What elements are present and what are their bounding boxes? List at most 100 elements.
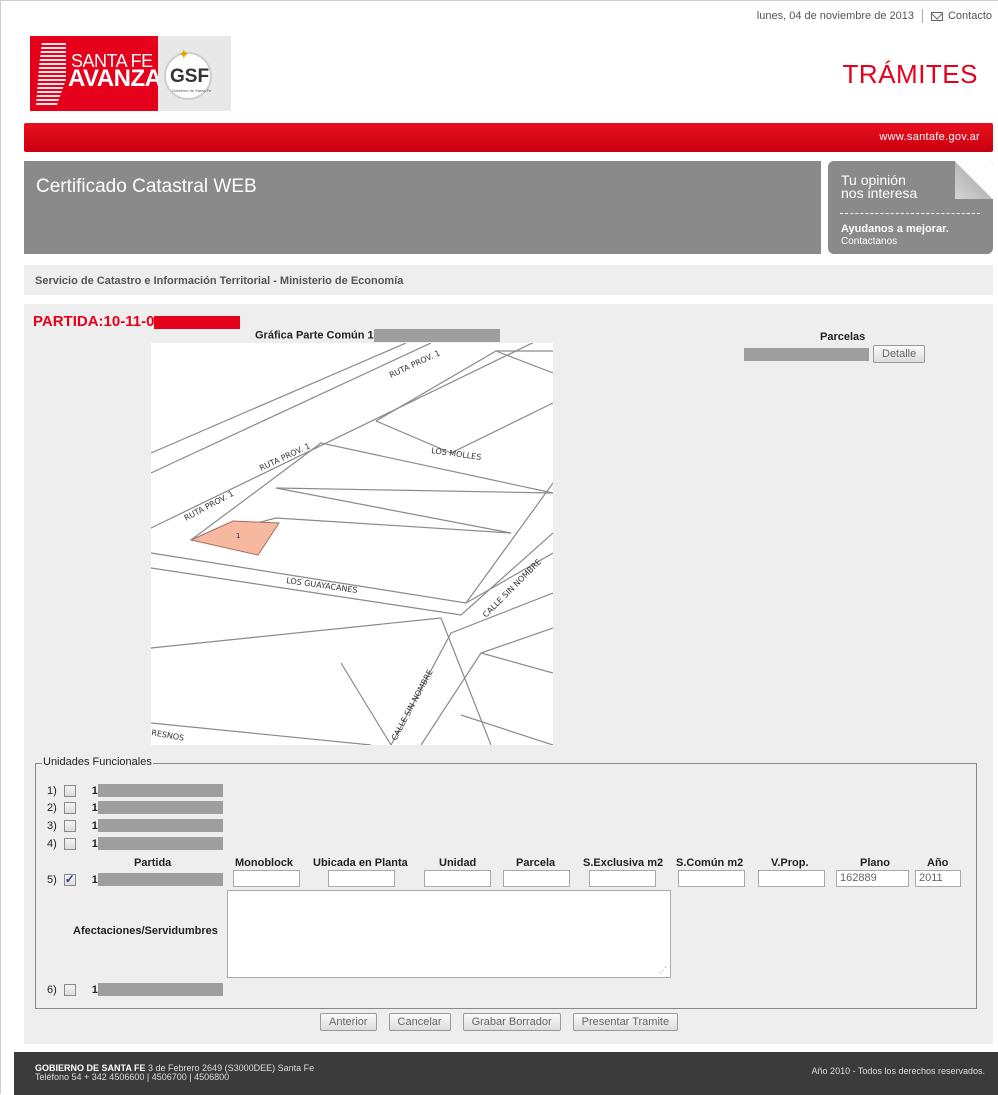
row-index: 3) (47, 819, 57, 832)
unit-checkbox[interactable] (63, 819, 76, 832)
col-parcela: Parcela (516, 857, 556, 869)
street-label: RUTA PROV. 1 (258, 441, 312, 472)
feedback-line2: nos interesa (841, 185, 918, 201)
vprop-input[interactable] (758, 870, 825, 887)
col-vprop: V.Prop. (771, 857, 809, 869)
previous-button[interactable]: Anterior (320, 1013, 377, 1031)
unit-row: 2) 1 (47, 801, 223, 814)
unit-row-selected: 5) 1 (47, 872, 223, 886)
unit-checkbox[interactable] (63, 801, 76, 814)
action-buttons: Anterior Cancelar Grabar Borrador Presen… (320, 1013, 679, 1031)
feedback-box[interactable]: Tu opinión nos interesa Ayudanos a mejor… (828, 161, 993, 254)
redacted-block (373, 329, 500, 342)
service-subtitle: Servicio de Catastro e Información Terri… (35, 275, 404, 287)
street-label: LOS MOLLES (431, 446, 482, 462)
redacted-partida (97, 784, 223, 797)
parcelas-label: Parcelas (820, 331, 866, 343)
gsf-logo[interactable]: ✦ GSF Gobierno de Santa Fe (158, 36, 231, 111)
col-anio: Año (927, 857, 949, 869)
page: lunes, 04 de noviembre de 2013 Contacto … (0, 0, 998, 1095)
partida-number: PARTIDA:10-11-0 (33, 313, 155, 330)
afectaciones-textarea[interactable]: ⋰ (227, 890, 671, 978)
breadcrumb-bar: Servicio de Catastro e Información Terri… (24, 265, 993, 295)
star-icon: ✦ (178, 46, 190, 62)
row-index: 6) (47, 983, 57, 996)
sexclusiva-input[interactable] (589, 870, 656, 887)
logo-text-line2: AVANZA (68, 65, 162, 92)
street-label: RUTA PROV. 1 (388, 348, 442, 379)
col-plano: Plano (860, 857, 890, 869)
col-monoblock: Monoblock (235, 857, 294, 869)
map-drawing: 1 RUTA PROV. 1 RUTA PROV. 1 RUTA PROV. 1… (151, 343, 553, 745)
unit-checkbox-checked[interactable] (63, 872, 76, 886)
cadastral-map[interactable]: 1 RUTA PROV. 1 RUTA PROV. 1 RUTA PROV. 1… (151, 343, 553, 745)
street-label: RESNOS (151, 728, 185, 743)
partida-title: PARTIDA:10-11-0 (33, 313, 241, 330)
unit-checkbox[interactable] (63, 983, 76, 996)
planta-input[interactable] (328, 870, 395, 887)
feedback-cta: Ayudanos a mejorar. (841, 223, 949, 235)
row-index: 2) (47, 801, 57, 814)
top-utility-bar: lunes, 04 de noviembre de 2013 Contacto (757, 9, 992, 23)
detail-button[interactable]: Detalle (873, 345, 926, 363)
submit-button[interactable]: Presentar Tramite (572, 1013, 679, 1031)
site-url-link[interactable]: www.santafe.gov.ar (879, 131, 980, 143)
parcel-number: 1 (236, 532, 240, 540)
parcela-input[interactable] (503, 870, 570, 887)
redacted-partida (97, 983, 223, 996)
unit-checkbox[interactable] (63, 784, 76, 797)
col-sexclusiva: S.Exclusiva m2 (583, 857, 664, 869)
unit-row: 6) 1 (47, 983, 223, 996)
functional-units-fieldset: Unidades Funcionales 1) 1 2) 1 3) 1 4) 1 (35, 756, 977, 1009)
redacted-partida (97, 819, 223, 832)
unidad-input[interactable] (424, 870, 491, 887)
page-title: Certificado Catastral WEB (36, 176, 257, 197)
col-planta: Ubicada en Planta (313, 857, 408, 869)
highlighted-parcel[interactable] (189, 520, 280, 556)
fieldset-legend: Unidades Funcionales (42, 756, 153, 768)
gsf-text: GSF (170, 66, 210, 87)
anio-input[interactable]: 2011 (915, 870, 961, 887)
col-partida: Partida (134, 857, 172, 869)
monoblock-input[interactable] (233, 870, 300, 887)
footer-address: GOBIERNO DE SANTA FE 3 de Febrero 2649 (… (35, 1064, 314, 1082)
footer-rights: Año 2010 - Todos los derechos reservados… (811, 1066, 985, 1076)
contact-us-link[interactable]: Contactanos (841, 236, 897, 247)
unit-checkbox[interactable] (63, 837, 76, 850)
redacted-partida (97, 801, 223, 814)
plano-input[interactable]: 162889 (836, 870, 909, 887)
santa-fe-avanza-logo[interactable]: SANTA FE AVANZA (30, 36, 162, 111)
feedback-heading: Tu opinión nos interesa (841, 173, 918, 201)
street-label: CALLE SIN NOMBRE (390, 668, 435, 742)
cancel-button[interactable]: Cancelar (388, 1013, 451, 1031)
red-nav-bar: www.santafe.gov.ar (24, 123, 993, 152)
divider (921, 9, 923, 23)
grafica-label: Gráfica Parte Común 1 (255, 329, 500, 342)
current-date: lunes, 04 de noviembre de 2013 (756, 10, 914, 22)
row-index: 5) (47, 873, 57, 886)
unit-row: 3) 1 (47, 819, 223, 832)
unit-row: 1) 1 (47, 784, 223, 797)
gsf-small-text: Gobierno de Santa Fe (172, 88, 212, 93)
afectaciones-label: Afectaciones/Servidumbres (73, 925, 218, 937)
row-index: 1) (47, 784, 57, 797)
resize-grip-icon[interactable]: ⋰ (659, 966, 667, 975)
scomun-input[interactable] (678, 870, 745, 887)
row-index: 4) (47, 837, 57, 850)
mail-icon[interactable] (930, 11, 943, 21)
save-draft-button[interactable]: Grabar Borrador (462, 1013, 561, 1031)
street-label: RUTA PROV. 1 (183, 489, 236, 523)
parcelas-select[interactable] (744, 348, 869, 361)
footer-phone: Teléfono 54 + 342 4506600 | 4506700 | 45… (35, 1072, 230, 1082)
redacted-partida (97, 837, 223, 850)
col-scomun: S.Común m2 (676, 857, 744, 869)
page-curl-icon (955, 161, 993, 199)
redacted-partida (97, 873, 223, 886)
redacted-block (154, 315, 241, 329)
province-map-icon (36, 41, 66, 105)
main-panel: PARTIDA:10-11-0 Gráfica Parte Común 1 1 … (24, 304, 993, 1044)
section-title: TRÁMITES (842, 59, 978, 89)
footer: GOBIERNO DE SANTA FE 3 de Febrero 2649 (… (14, 1052, 998, 1095)
dashed-divider (840, 213, 980, 214)
contact-link[interactable]: Contacto (948, 10, 992, 22)
